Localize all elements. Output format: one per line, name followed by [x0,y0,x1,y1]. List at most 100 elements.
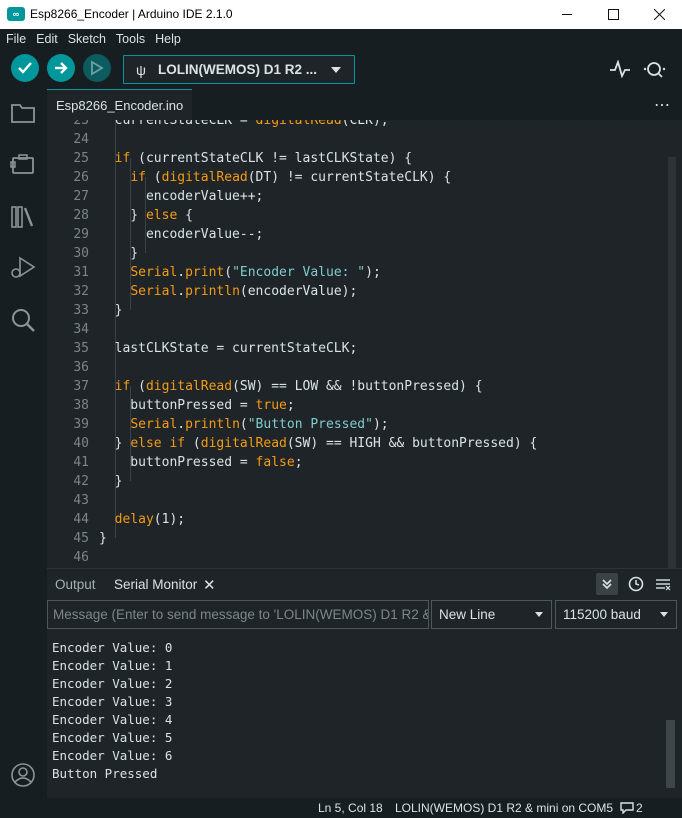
code-token: println [185,284,240,299]
line-number: 27 [73,189,89,204]
code-text: delay(1); [99,510,185,529]
boards-manager-icon[interactable] [10,152,36,178]
code-line: 46 [47,548,667,567]
code-token: (SW) == LOW && !buttonPressed) { [232,379,483,394]
serial-output-line: Encoder Value: 0 [52,640,173,655]
code-token: digitalRead [145,379,233,394]
line-ending-select[interactable]: New Line [431,600,552,629]
menu-file[interactable]: File [6,32,26,46]
notification-icon[interactable] [620,802,634,814]
line-number: 33 [73,303,89,318]
serial-output-line: Button Pressed [52,766,158,781]
title-bar: ∞ Esp8266_Encoder | Arduino IDE 2.1.0 [0,0,682,29]
code-token: Serial [130,284,178,299]
baud-rate-select[interactable]: 115200 baud [555,600,677,629]
code-token: } [99,246,139,261]
maximize-button[interactable] [590,0,636,29]
debug-button[interactable] [83,54,111,82]
serial-monitor-icon[interactable] [643,58,669,80]
double-chevron-down-icon [602,579,612,590]
code-line: 26 if (digitalRead(DT) != currentStateCL… [47,168,667,187]
menu-sketch[interactable]: Sketch [68,32,106,46]
code-text: if (currentStateCLK != lastCLKState) { [99,149,412,168]
cursor-position[interactable]: Ln 5, Col 18 [318,801,383,815]
close-button[interactable] [636,0,682,29]
clear-output-button[interactable] [652,573,674,595]
board-selector[interactable]: ψ LOLIN(WEMOS) D1 R2 ... [123,55,355,84]
code-text: if (digitalRead(SW) == LOW && !buttonPre… [99,377,483,396]
code-token: ( [224,265,233,280]
serial-scrollbar-thumb[interactable] [666,720,675,788]
clear-output-icon [656,579,671,591]
code-text: encoderValue++; [99,187,263,206]
close-icon [653,9,665,20]
library-manager-icon[interactable] [10,204,36,230]
upload-button[interactable] [47,54,75,82]
code-token: buttonPressed = [99,398,256,413]
code-text: Serial.println("Button Pressed"); [99,415,389,434]
menu-tools[interactable]: Tools [116,32,145,46]
line-number: 36 [73,360,89,375]
folder-icon[interactable] [10,100,36,126]
code-line: 32 Serial.println(encoderValue); [47,282,667,301]
more-options-icon[interactable]: ⋯ [654,95,671,115]
code-token: . [177,417,186,432]
code-text: buttonPressed = false; [99,453,302,472]
serial-plotter-icon[interactable] [609,60,631,78]
activity-sidebar [0,89,47,798]
code-line: 25 if (currentStateCLK != lastCLKState) … [47,149,667,168]
code-line: 38 buttonPressed = true; [47,396,667,415]
code-token: digitalRead [161,170,248,185]
editor-tab-bar: Esp8266_Encoder.ino ⋯ [47,89,682,120]
line-number: 28 [73,208,89,223]
clock-icon [628,576,644,592]
tab-output[interactable]: Output [55,577,96,592]
code-token: ); [372,417,389,432]
code-text: } [99,472,123,491]
code-line: 43 [47,491,667,510]
line-number: 39 [73,417,89,432]
code-line: 45} [47,529,667,548]
debug-sidebar-icon[interactable] [10,255,36,281]
code-token: Serial [130,265,178,280]
line-number: 41 [73,455,89,470]
code-line: 27 encoderValue++; [47,187,667,206]
code-line: 39 Serial.println("Button Pressed"); [47,415,667,434]
code-editor[interactable]: 23 currentStateCLK = digitalRead(CLK); 24… [47,120,682,568]
editor-scrollbar[interactable] [667,120,677,568]
code-line: 29 encoderValue--; [47,225,667,244]
verify-button[interactable] [11,54,39,82]
tab-sketch-file[interactable]: Esp8266_Encoder.ino [47,89,193,120]
window-title: Esp8266_Encoder | Arduino IDE 2.1.0 [30,7,233,21]
minimize-button[interactable] [544,0,590,29]
autoscroll-button[interactable] [596,573,618,595]
close-tab-icon[interactable]: ✕ [203,576,216,594]
line-number: 40 [73,436,89,451]
code-token: if [114,379,131,394]
serial-message-input[interactable]: Message (Enter to send message to 'LOLIN… [47,600,429,629]
code-token: false [255,455,295,470]
serial-output-line: Encoder Value: 4 [52,712,173,727]
menu-help[interactable]: Help [155,32,181,46]
editor-scrollbar-thumb[interactable] [668,157,676,568]
code-token: . [177,284,186,299]
search-icon[interactable] [10,307,36,333]
code-token: delay [114,512,154,527]
tab-serial-monitor[interactable]: Serial Monitor [114,577,197,592]
menu-edit[interactable]: Edit [36,32,58,46]
code-token: encoderValue--; [99,227,264,242]
code-line: 30 } [47,244,667,263]
board-port-status[interactable]: LOLIN(WEMOS) D1 R2 & mini on COM5 [395,801,613,815]
code-token: ( [239,417,248,432]
code-line: 36 [47,358,667,377]
code-token: digitalRead [200,436,287,451]
line-number: 26 [73,170,89,185]
timestamp-button[interactable] [625,573,647,595]
menu-bar: File Edit Sketch Tools Help [0,29,682,49]
code-token: if [169,436,186,451]
account-icon[interactable] [10,762,36,788]
